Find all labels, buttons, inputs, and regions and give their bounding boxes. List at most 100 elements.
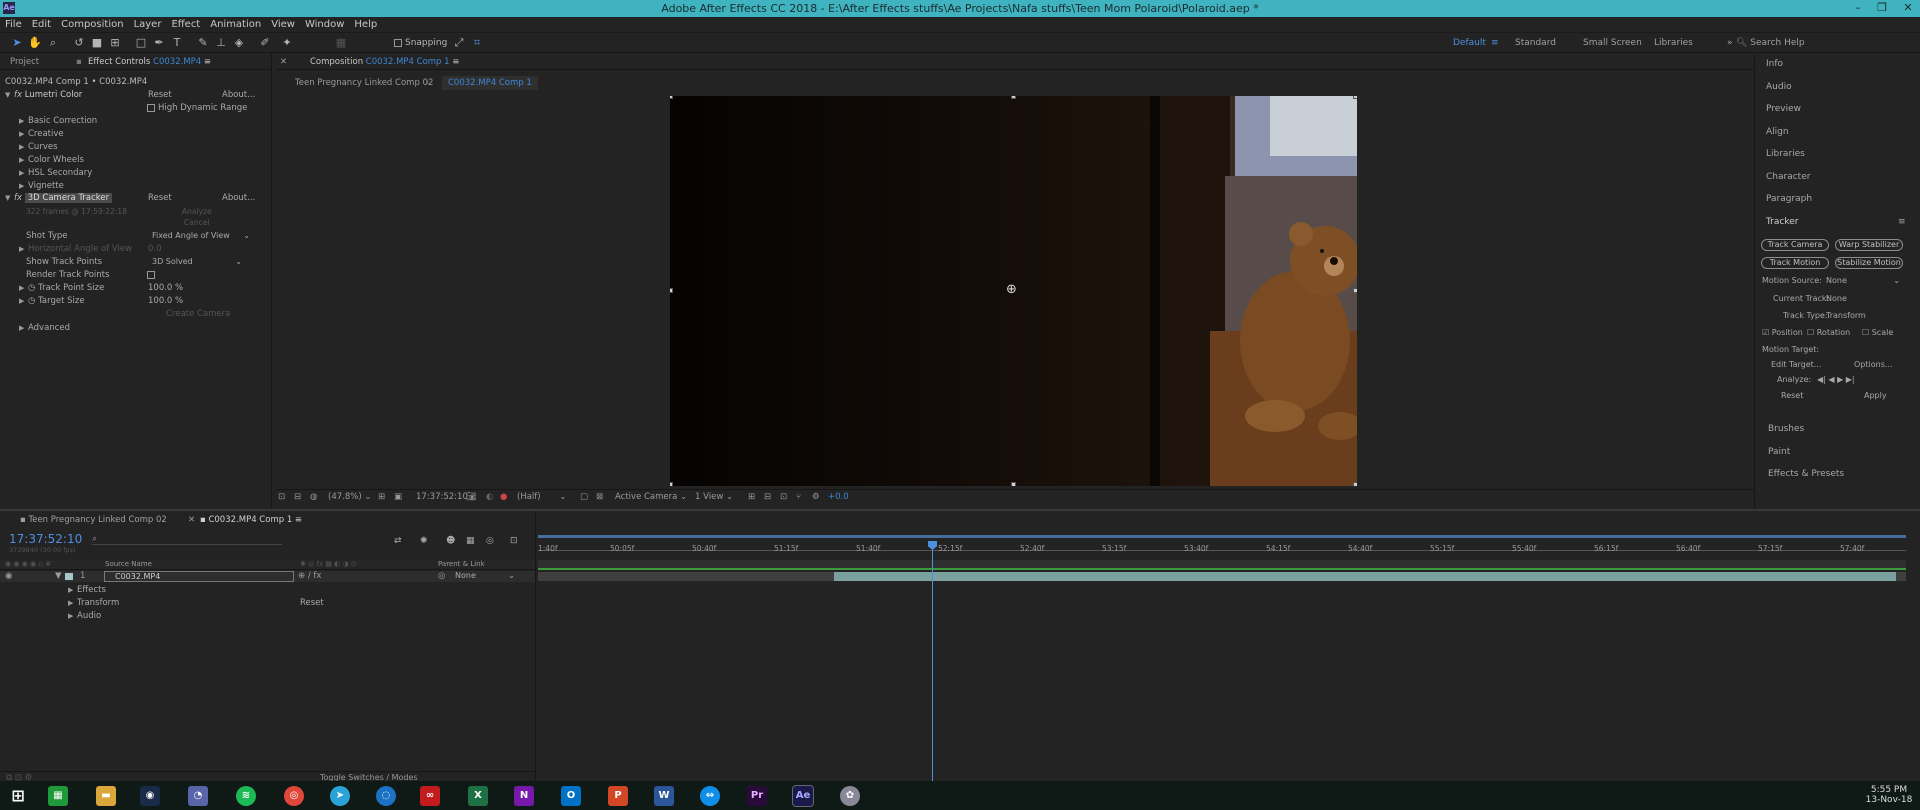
menu-composition[interactable]: Composition [56,17,128,33]
menu-layer[interactable]: Layer [129,17,167,33]
group-curves[interactable]: ▶ Curves [19,142,58,152]
stopwatch-icon[interactable]: ◷ [28,296,35,306]
draft-3d-icon[interactable]: ✺ [420,536,428,546]
region-icon[interactable]: ⊟ [294,492,301,502]
rotation-tool-icon[interactable]: ↺ [72,36,86,50]
camera-tool-icon[interactable]: ■ [90,36,104,50]
workspace-menu-icon[interactable]: ≡ [1491,38,1499,48]
panel-audio[interactable]: Audio [1766,82,1792,92]
pen-tool-icon[interactable]: ✒ [152,36,166,50]
workspace-default[interactable]: Default [1453,38,1486,48]
hand-tool-icon[interactable]: ✋ [28,36,42,50]
checkerboard-icon[interactable]: ⊠ [596,492,603,502]
panel-tracker[interactable]: Tracker [1766,217,1798,227]
tab-effect-controls[interactable]: Effect Controls C0032.MP4 ≡ [88,57,211,67]
timeline-tab-comp-02[interactable]: ▪ Teen Pregnancy Linked Comp 02 [20,515,167,525]
paint-icon[interactable]: ✿ [840,786,860,806]
menu-file[interactable]: File [0,17,27,33]
shape-tool-icon[interactable]: □ [134,36,148,50]
onenote-icon[interactable]: N [514,786,534,806]
target-size-value[interactable]: 100.0 % [148,296,183,306]
outlook-icon[interactable]: O [561,786,581,806]
scale-checkbox[interactable]: ☐ Scale [1862,328,1893,337]
prop-transform[interactable]: ▶ Transform [68,598,119,608]
app-icon[interactable]: ◌ [376,786,396,806]
nav-comp-02[interactable]: Teen Pregnancy Linked Comp 02 [295,78,433,88]
tab-project[interactable]: Project [10,57,39,67]
advanced-group[interactable]: ▶ Advanced [19,323,70,333]
teamviewer-icon[interactable]: ⇔ [700,786,720,806]
panel-brushes[interactable]: Brushes [1768,424,1804,434]
warp-stabilizer-button[interactable]: Warp Stabilizer [1835,239,1903,251]
camera-dropdown[interactable]: Active Camera ⌄ [615,492,687,502]
track-camera-button[interactable]: Track Camera [1761,239,1829,251]
spotify-icon[interactable]: ≋ [236,786,256,806]
time-ruler[interactable] [538,550,1906,551]
resolution-dropdown[interactable]: (Half) ⌄ [517,492,566,502]
group-hsl-secondary[interactable]: ▶ HSL Secondary [19,168,92,178]
workspace-small-screen[interactable]: Small Screen [1583,38,1642,48]
minimize-button[interactable]: – [1846,0,1870,16]
snapshot-icon[interactable]: 📷︎ [466,492,477,502]
transform-handle[interactable] [670,96,673,99]
panel-libraries[interactable]: Libraries [1766,149,1805,159]
stopwatch-icon[interactable]: ◷ [28,283,35,293]
zoom-dropdown[interactable]: (47.8%) ⌄ [328,492,371,502]
close-icon[interactable]: ✕ [280,57,287,67]
pan-behind-tool-icon[interactable]: ⊞ [108,36,122,50]
group-vignette[interactable]: ▶ Vignette [19,181,64,191]
timeline-current-time[interactable]: 17:37:52:10 [9,532,82,546]
tracker-about-button[interactable]: About... [222,193,255,203]
cancel-button[interactable]: Cancel [184,218,209,227]
motion-blur-icon[interactable]: ◎ [486,536,494,546]
menu-effect[interactable]: Effect [166,17,205,33]
nav-comp-1[interactable]: C0032.MP4 Comp 1 [442,76,538,90]
creative-cloud-icon[interactable]: ∞ [420,786,440,806]
premiere-icon[interactable]: Pr [747,786,767,806]
layer-duration-bar[interactable] [538,572,1906,581]
playhead-handle[interactable] [928,541,937,550]
timeline-tab-comp-1[interactable]: ▪ C0032.MP4 Comp 1 ≡ [200,515,302,525]
prop-effects[interactable]: ▶ Effects [68,585,106,595]
group-basic-correction[interactable]: ▶ Basic Correction [19,116,97,126]
toggle-pixel-icon[interactable]: ⊞ [748,492,755,502]
after-effects-taskbar-icon[interactable]: Ae [792,785,814,807]
always-preview-icon[interactable]: ⊡ [278,492,285,502]
options-button[interactable]: Options... [1854,360,1893,369]
panel-paint[interactable]: Paint [1768,447,1790,457]
snap-options-icon[interactable]: ⤢ [452,36,466,50]
playhead[interactable] [932,541,933,783]
file-explorer-icon[interactable]: ▬ [96,786,116,806]
timeline-search-input[interactable]: ⌕ [92,534,282,545]
reset-button[interactable]: Reset [1781,391,1803,400]
camera-tracker-effect[interactable]: ▼ fx 3D Camera Tracker [5,193,113,203]
close-button[interactable]: ✕ [1896,0,1920,16]
frame-blending-icon[interactable]: ▦ [466,536,475,546]
roi-icon[interactable]: ▢ [580,492,588,502]
edit-target-button[interactable]: Edit Target... [1771,360,1821,369]
discord-icon[interactable]: ◔ [188,786,208,806]
clone-stamp-tool-icon[interactable]: ⊥ [214,36,228,50]
snapping-toggle[interactable]: Snapping [394,36,447,50]
store-icon[interactable]: ▦ [48,786,68,806]
taskbar-clock[interactable]: 5:55 PM 13-Nov-18 [1862,785,1916,805]
exposure-value[interactable]: +0.0 [828,492,849,502]
show-snapshot-icon[interactable]: ◐ [486,492,493,502]
snap-grid-icon[interactable]: ⌗ [470,36,484,50]
menu-edit[interactable]: Edit [27,17,56,33]
workspace-libraries[interactable]: Libraries [1654,38,1693,48]
more-workspaces-icon[interactable]: » [1727,38,1733,48]
stabilize-motion-button[interactable]: Stabilize Motion [1835,257,1903,269]
steam-icon[interactable]: ◉ [140,786,160,806]
anchor-point-icon[interactable]: ⊕ [1006,282,1017,297]
timeline-icon[interactable]: ⊡ [780,492,787,502]
analyze-button[interactable]: Analyze [182,207,212,216]
puppet-pin-tool-icon[interactable]: ✦ [280,36,294,50]
label-color-icon[interactable] [65,573,73,580]
tab-composition[interactable]: Composition C0032.MP4 Comp 1 ≡ [310,57,459,67]
group-creative[interactable]: ▶ Creative [19,129,64,139]
graph-editor-icon[interactable]: ⊡ [510,536,518,546]
panel-info[interactable]: Info [1766,59,1783,69]
work-area-bar[interactable] [538,535,1906,538]
transform-handle[interactable] [1353,96,1357,99]
